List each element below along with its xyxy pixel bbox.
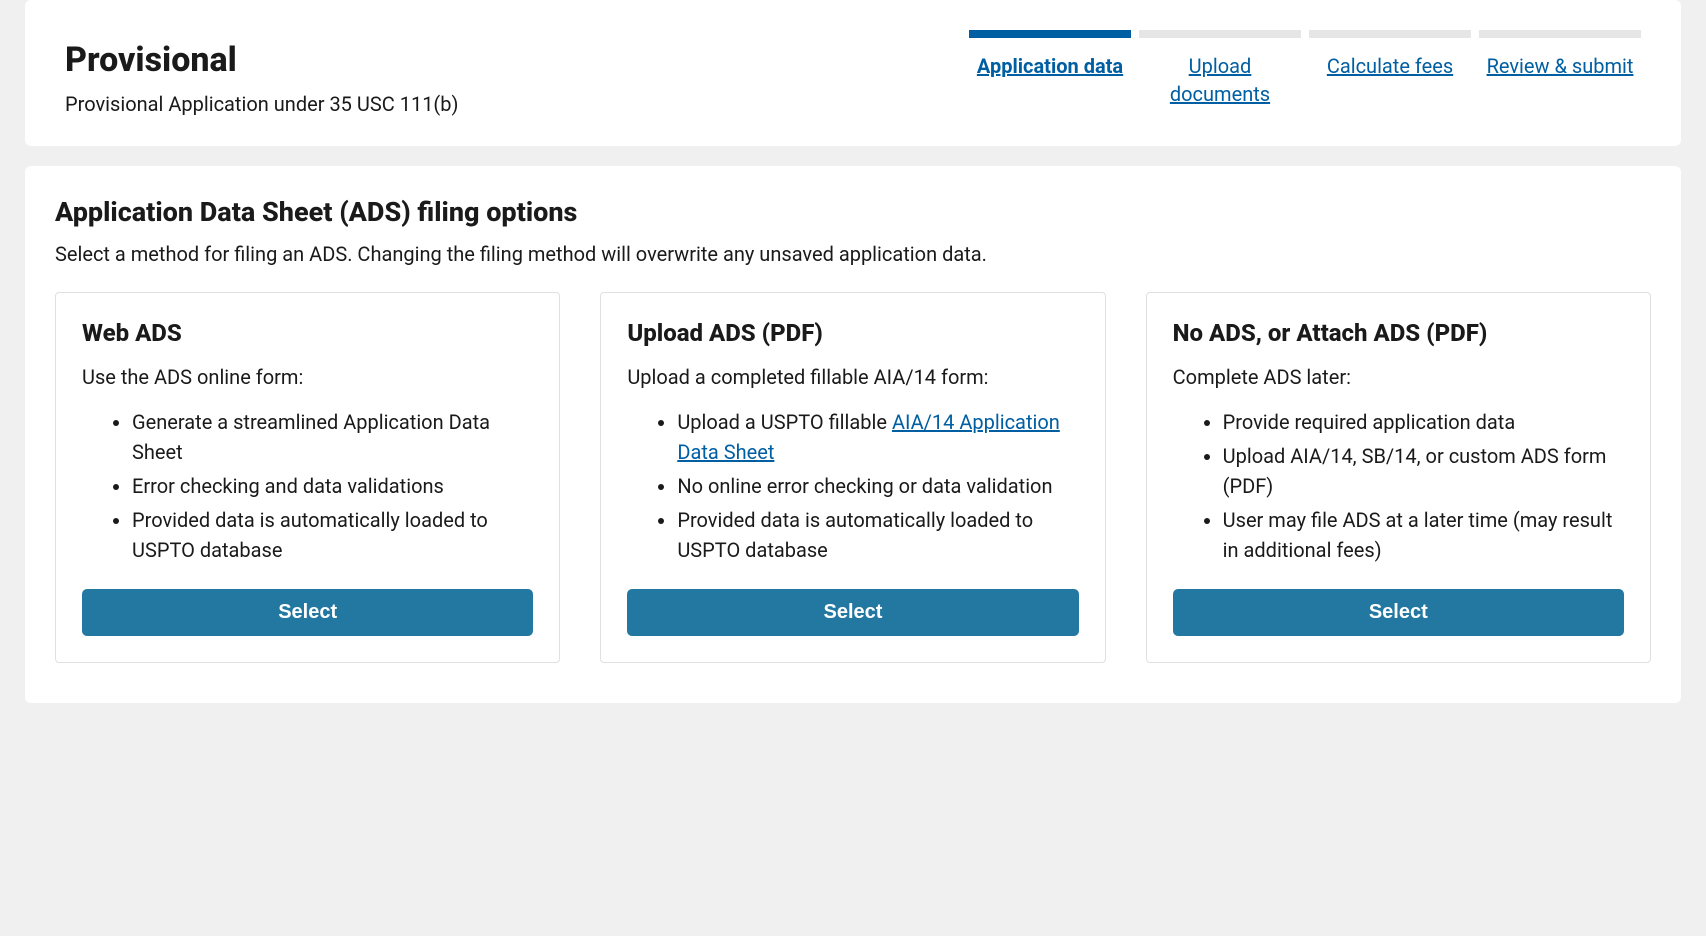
step-bar [969,30,1131,38]
header-card: Provisional Provisional Application unde… [25,0,1681,146]
option-intro: Complete ADS later: [1173,363,1624,391]
section-title: Application Data Sheet (ADS) filing opti… [55,196,1651,228]
list-item: Error checking and data validations [132,471,533,501]
options-row: Web ADS Use the ADS online form: Generat… [55,292,1651,663]
option-card-upload-ads: Upload ADS (PDF) Upload a completed fill… [600,292,1105,663]
select-button-upload-ads[interactable]: Select [627,589,1078,636]
stepper: Application data Upload documents Calcul… [969,30,1641,108]
section-subtitle: Select a method for filing an ADS. Chang… [55,242,1651,266]
list-item: Provided data is automatically loaded to… [132,505,533,565]
option-intro: Upload a completed fillable AIA/14 form: [627,363,1078,391]
step-label[interactable]: Application data [977,52,1123,80]
header-left: Provisional Provisional Application unde… [65,30,458,116]
list-item: Generate a streamlined Application Data … [132,407,533,467]
step-label[interactable]: Review & submit [1487,52,1634,80]
step-upload-documents[interactable]: Upload documents [1139,30,1301,108]
list-item: User may file ADS at a later time (may r… [1223,505,1624,565]
option-card-web-ads: Web ADS Use the ADS online form: Generat… [55,292,560,663]
step-bar [1479,30,1641,38]
select-button-web-ads[interactable]: Select [82,589,533,636]
select-button-no-ads[interactable]: Select [1173,589,1624,636]
option-list: Upload a USPTO fillable AIA/14 Applicati… [627,407,1078,569]
step-application-data[interactable]: Application data [969,30,1131,108]
list-item: Provide required application data [1223,407,1624,437]
list-item: Upload AIA/14, SB/14, or custom ADS form… [1223,441,1624,501]
step-label[interactable]: Upload documents [1139,52,1301,108]
list-item-text: Upload a USPTO fillable [677,410,892,434]
list-item: Provided data is automatically loaded to… [677,505,1078,565]
option-title: No ADS, or Attach ADS (PDF) [1173,319,1624,347]
step-bar [1309,30,1471,38]
option-title: Web ADS [82,319,533,347]
step-bar [1139,30,1301,38]
content-card: Application Data Sheet (ADS) filing opti… [25,166,1681,703]
list-item: Upload a USPTO fillable AIA/14 Applicati… [677,407,1078,467]
option-list: Generate a streamlined Application Data … [82,407,533,569]
page-title: Provisional [65,40,458,80]
option-intro: Use the ADS online form: [82,363,533,391]
option-card-no-ads: No ADS, or Attach ADS (PDF) Complete ADS… [1146,292,1651,663]
step-label[interactable]: Calculate fees [1327,52,1453,80]
step-review-submit[interactable]: Review & submit [1479,30,1641,108]
page-subtitle: Provisional Application under 35 USC 111… [65,92,458,116]
option-title: Upload ADS (PDF) [627,319,1078,347]
list-item: No online error checking or data validat… [677,471,1078,501]
step-calculate-fees[interactable]: Calculate fees [1309,30,1471,108]
option-list: Provide required application data Upload… [1173,407,1624,569]
